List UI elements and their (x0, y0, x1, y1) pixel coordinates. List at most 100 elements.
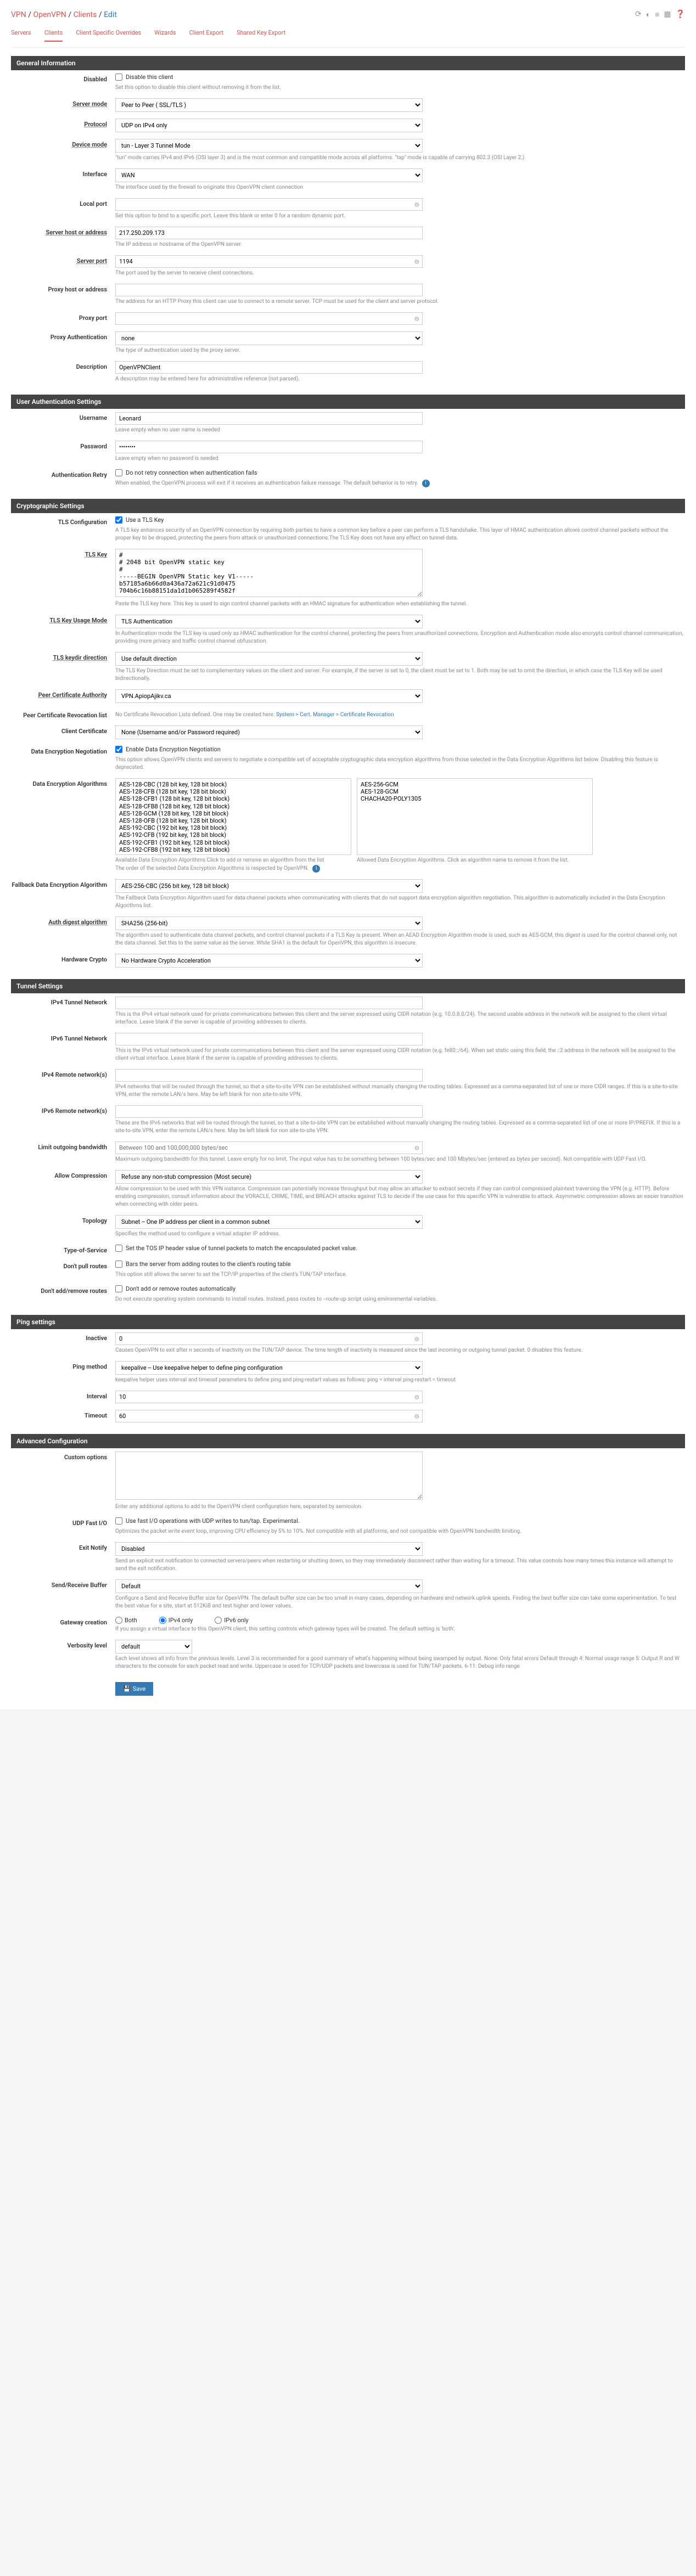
proxy-auth-select[interactable]: none (115, 331, 423, 345)
dont-add-checkbox-label[interactable]: Don't add or remove routes automatically (115, 1285, 235, 1292)
sndrcv-select[interactable]: Default (115, 1579, 423, 1593)
ipv6-remote-input[interactable] (115, 1105, 423, 1118)
gateway-ipv6-radio[interactable] (215, 1617, 222, 1624)
tos-checkbox-label[interactable]: Set the TOS IP header value of tunnel pa… (115, 1245, 357, 1252)
breadcrumb-clients[interactable]: Clients (74, 10, 97, 19)
server-port-input[interactable] (115, 255, 423, 268)
related-icon[interactable]: ▦ (664, 10, 671, 19)
tab-clients[interactable]: Clients (44, 29, 63, 42)
topology-select[interactable]: Subnet -- One IP address per client in a… (115, 1215, 423, 1229)
stepper-icon[interactable]: ⊜ (414, 1413, 419, 1420)
inactive-input[interactable] (115, 1332, 423, 1345)
stepper-icon[interactable]: ⊜ (414, 1393, 419, 1401)
server-host-input[interactable] (115, 227, 423, 239)
breadcrumb: VPN / OpenVPN / Clients / Edit (11, 10, 117, 19)
password-label: Password (11, 441, 115, 450)
tls-config-checkbox[interactable] (115, 516, 122, 524)
description-help: A description may be entered here for ad… (115, 375, 685, 383)
data-neg-checkbox[interactable] (115, 746, 122, 753)
tab-servers[interactable]: Servers (11, 29, 31, 42)
device-mode-label: Device mode (11, 139, 115, 148)
udp-fast-checkbox-label[interactable]: Use fast I/O operations with UDP writes … (115, 1517, 300, 1525)
exit-notify-help: Send an explicit exit notification to co… (115, 1557, 685, 1573)
dont-pull-checkbox[interactable] (115, 1261, 122, 1268)
stepper-icon[interactable]: ⊜ (414, 201, 419, 208)
breadcrumb-vpn[interactable]: VPN (11, 10, 26, 19)
server-mode-select[interactable]: Peer to Peer ( SSL/TLS ) (115, 98, 423, 112)
local-port-input[interactable] (115, 198, 423, 211)
gateway-ipv4-radio[interactable] (159, 1617, 166, 1624)
gateway-ipv4-label[interactable]: IPv4 only (159, 1617, 193, 1624)
exit-notify-select[interactable]: Disabled (115, 1542, 423, 1556)
tls-key-textarea[interactable]: # # 2048 bit OpenVPN static key # -----B… (115, 549, 423, 597)
tab-client-export[interactable]: Client Export (189, 29, 224, 42)
ipv6-tunnel-input[interactable] (115, 1033, 423, 1045)
stepper-icon[interactable]: ⊜ (414, 1335, 419, 1342)
interface-select[interactable]: WAN (115, 168, 423, 182)
help-icon[interactable]: ❓ (676, 10, 685, 19)
log-icon[interactable]: ≡ (655, 10, 659, 19)
stepper-icon[interactable]: ⊜ (414, 258, 419, 265)
description-label: Description (11, 361, 115, 370)
password-input[interactable] (115, 441, 423, 453)
data-neg-checkbox-label[interactable]: Enable Data Encryption Negotiation (115, 746, 221, 753)
interval-label: Interval (11, 1391, 115, 1400)
proxy-host-input[interactable] (115, 284, 423, 296)
udp-fast-checkbox[interactable] (115, 1517, 122, 1525)
refresh-icon[interactable]: ⟳ (635, 10, 642, 19)
auth-digest-select[interactable]: SHA256 (256-bit) (115, 916, 423, 930)
fallback-algo-select[interactable]: AES-256-CBC (256 bit key, 128 bit block) (115, 879, 423, 893)
hw-crypto-select[interactable]: No Hardware Crypto Acceleration (115, 954, 423, 968)
dont-add-checkbox[interactable] (115, 1285, 122, 1292)
allowed-algorithms-list[interactable]: AES-256-GCMAES-128-GCMCHACHA20-POLY1305 (357, 778, 593, 855)
dont-pull-checkbox-label[interactable]: Bars the server from adding routes to th… (115, 1261, 291, 1268)
info-icon[interactable]: i (422, 480, 430, 487)
status-icon[interactable]: ◐ (646, 10, 650, 19)
stepper-icon[interactable]: ⊜ (414, 1144, 419, 1151)
save-button[interactable]: 💾 Save (115, 1682, 153, 1696)
gateway-ipv6-label[interactable]: IPv6 only (215, 1617, 248, 1624)
cert-revocation-link[interactable]: System > Cert. Manager > Certificate Rev… (276, 712, 394, 718)
section-userauth: User Authentication Settings (11, 395, 685, 409)
ipv4-tunnel-help: This is the IPv4 virtual network used fo… (115, 1011, 685, 1026)
protocol-select[interactable]: UDP on IPv4 only (115, 119, 423, 132)
gateway-both-radio[interactable] (115, 1617, 122, 1624)
auth-retry-checkbox-label[interactable]: Do not retry connection when authenticat… (115, 469, 257, 476)
tos-checkbox[interactable] (115, 1245, 122, 1252)
tls-keydir-select[interactable]: Use default direction (115, 652, 423, 666)
available-algorithms-list[interactable]: AES-128-CBC (128 bit key, 128 bit block)… (115, 778, 351, 855)
breadcrumb-openvpn[interactable]: OpenVPN (33, 10, 66, 19)
username-input[interactable] (115, 412, 423, 425)
device-mode-select[interactable]: tun - Layer 3 Tunnel Mode (115, 139, 423, 153)
udp-fast-label: UDP Fast I/O (11, 1517, 115, 1527)
client-cert-select[interactable]: None (Username and/or Password required) (115, 725, 423, 739)
auth-retry-checkbox[interactable] (115, 469, 122, 476)
ipv4-tunnel-input[interactable] (115, 997, 423, 1009)
custom-options-textarea[interactable] (115, 1452, 423, 1500)
tab-wizards[interactable]: Wizards (154, 29, 176, 42)
ipv4-remote-label: IPv4 Remote network(s) (11, 1069, 115, 1078)
verbosity-select[interactable]: default (115, 1640, 192, 1653)
compression-select[interactable]: Refuse any non-stub compression (Most se… (115, 1170, 423, 1184)
ipv6-remote-label: IPv6 Remote network(s) (11, 1105, 115, 1115)
stepper-icon[interactable]: ⊜ (414, 315, 419, 322)
tab-shared-key-export[interactable]: Shared Key Export (237, 29, 285, 42)
timeout-input[interactable] (115, 1410, 423, 1422)
gateway-both-label[interactable]: Both (115, 1617, 137, 1624)
tls-usage-select[interactable]: TLS Authentication (115, 615, 423, 628)
gateway-help: If you assign a virtual interface to thi… (115, 1626, 685, 1633)
peer-ca-select[interactable]: VPN.ApiopAjikv.ca (115, 689, 423, 703)
tls-config-checkbox-label[interactable]: Use a TLS Key (115, 516, 164, 524)
peer-crl-label: Peer Certificate Revocation list (11, 710, 115, 719)
interval-input[interactable] (115, 1391, 423, 1403)
proxy-port-input[interactable] (115, 312, 423, 325)
dont-add-help: Do not execute operating system commands… (115, 1296, 685, 1303)
limit-bw-input[interactable] (115, 1141, 423, 1154)
info-icon[interactable]: i (312, 865, 320, 873)
disabled-checkbox[interactable] (115, 74, 122, 81)
ping-method-select[interactable]: keepalive -- Use keepalive helper to def… (115, 1361, 423, 1375)
description-input[interactable] (115, 361, 423, 374)
disabled-checkbox-label[interactable]: Disable this client (115, 74, 173, 81)
ipv4-remote-input[interactable] (115, 1069, 423, 1082)
tab-overrides[interactable]: Client Specific Overrides (76, 29, 141, 42)
